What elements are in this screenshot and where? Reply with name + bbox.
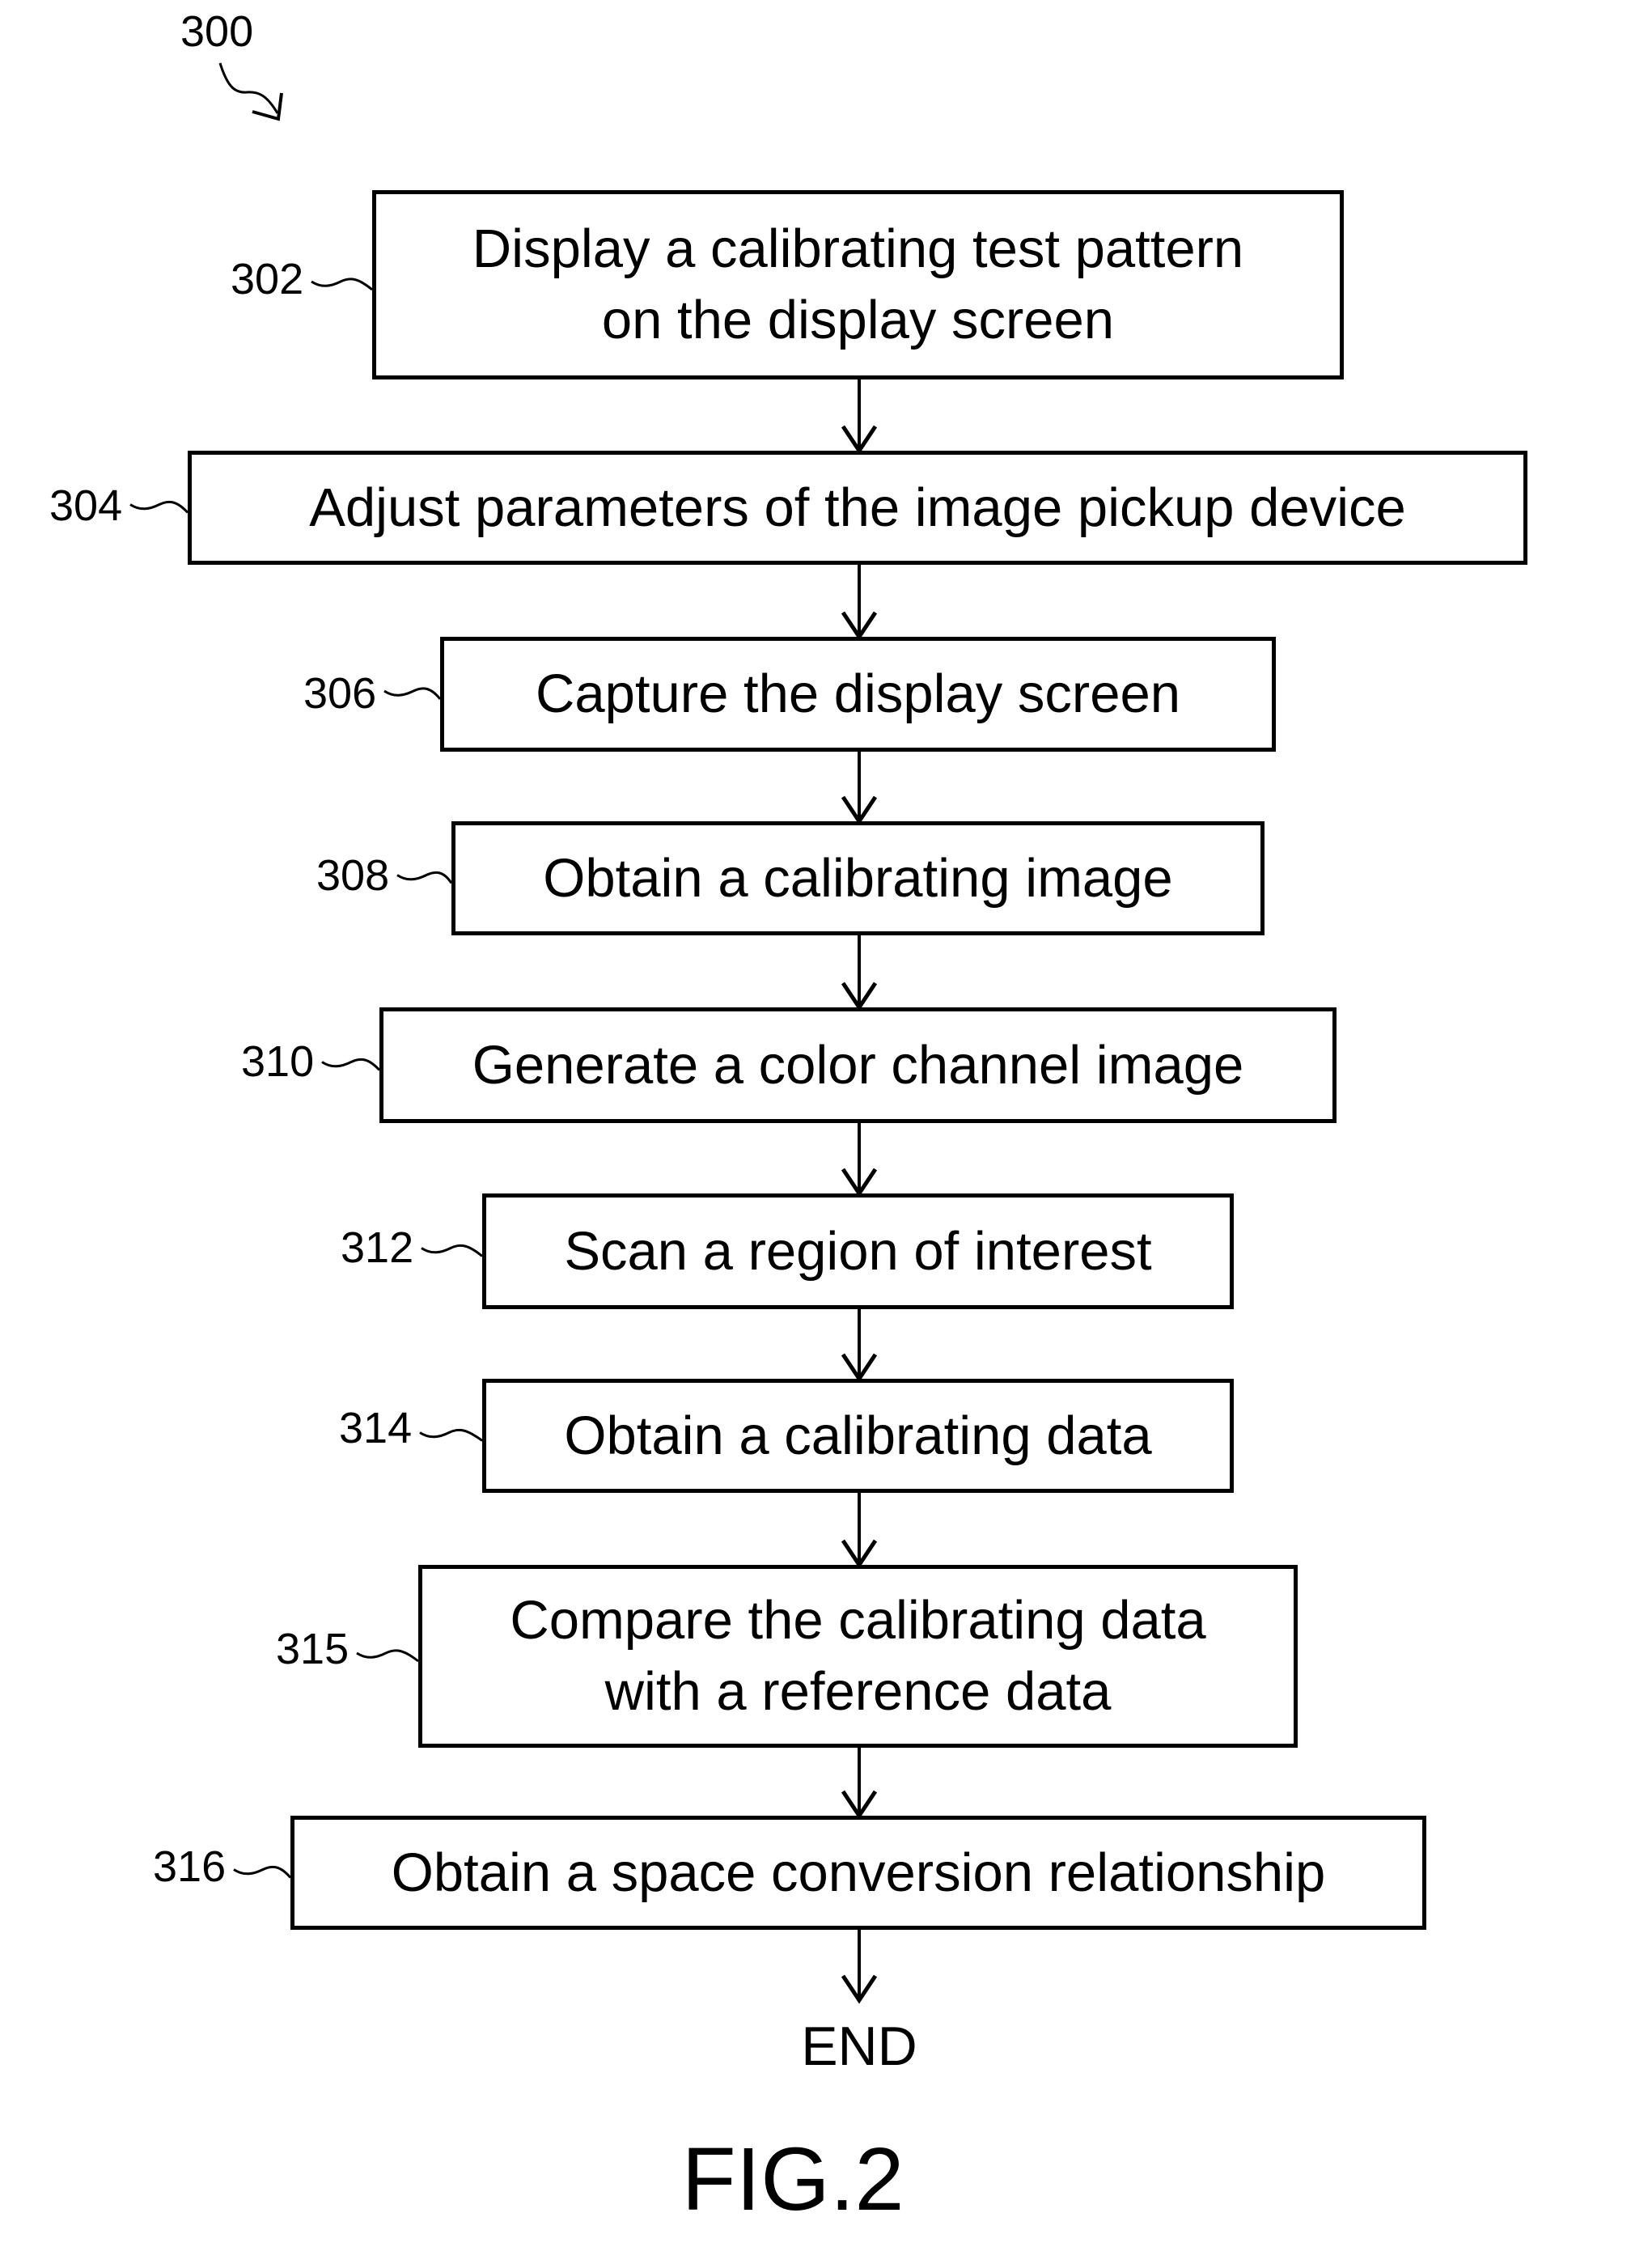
reference-leader-line (311, 278, 373, 291)
process-step-box: Obtain a calibrating data (482, 1379, 1234, 1493)
step-reference-number: 302 (231, 255, 304, 303)
end-terminal-label: END (801, 2016, 917, 2077)
reference-leader-line (356, 1649, 419, 1663)
step-reference-number: 304 (49, 481, 123, 530)
step-reference-number: 310 (241, 1037, 315, 1086)
reference-300-arrowhead-icon (252, 92, 283, 121)
reference-leader-line (321, 1058, 381, 1071)
process-step-box: Scan a region of interest (482, 1193, 1234, 1309)
figure-reference-number: 300 (180, 7, 254, 56)
reference-300-arrow-icon (218, 62, 279, 114)
step-reference-number: 308 (316, 851, 390, 900)
process-step-text: Adjust parameters of the image pickup de… (309, 477, 1406, 538)
process-step-box: Obtain a space conversion relationship (290, 1816, 1426, 1930)
reference-leader-line (383, 687, 442, 700)
step-reference-number: 315 (276, 1625, 350, 1673)
process-step-box: Generate a color channel image (379, 1007, 1337, 1123)
reference-leader-line (421, 1244, 483, 1257)
process-step-text: Compare the calibrating data with a refe… (510, 1590, 1206, 1722)
process-step-box: Obtain a calibrating image (451, 821, 1265, 935)
figure-caption: FIG.2 (681, 2130, 904, 2229)
process-step-box: Compare the calibrating data with a refe… (418, 1565, 1298, 1748)
process-step-text: Capture the display screen (536, 663, 1180, 724)
process-step-text: Scan a region of interest (564, 1220, 1152, 1282)
step-reference-number: 314 (339, 1404, 413, 1452)
process-step-text: Obtain a space conversion relationship (391, 1842, 1326, 1903)
process-step-text: Obtain a calibrating image (543, 847, 1173, 909)
process-step-box: Display a calibrating test pattern on th… (372, 190, 1344, 379)
process-step-box: Capture the display screen (440, 637, 1276, 752)
process-step-text: Display a calibrating test pattern on th… (472, 218, 1244, 350)
process-step-text: Generate a color channel image (472, 1034, 1244, 1096)
reference-leader-line (396, 871, 453, 884)
process-step-box: Adjust parameters of the image pickup de… (188, 451, 1527, 565)
step-reference-number: 306 (303, 669, 377, 718)
step-reference-number: 316 (153, 1842, 227, 1891)
process-step-text: Obtain a calibrating data (564, 1405, 1152, 1466)
reference-leader-line (129, 500, 189, 514)
reference-leader-line (419, 1428, 483, 1442)
reference-leader-line (233, 1865, 292, 1879)
step-reference-number: 312 (341, 1223, 414, 1272)
